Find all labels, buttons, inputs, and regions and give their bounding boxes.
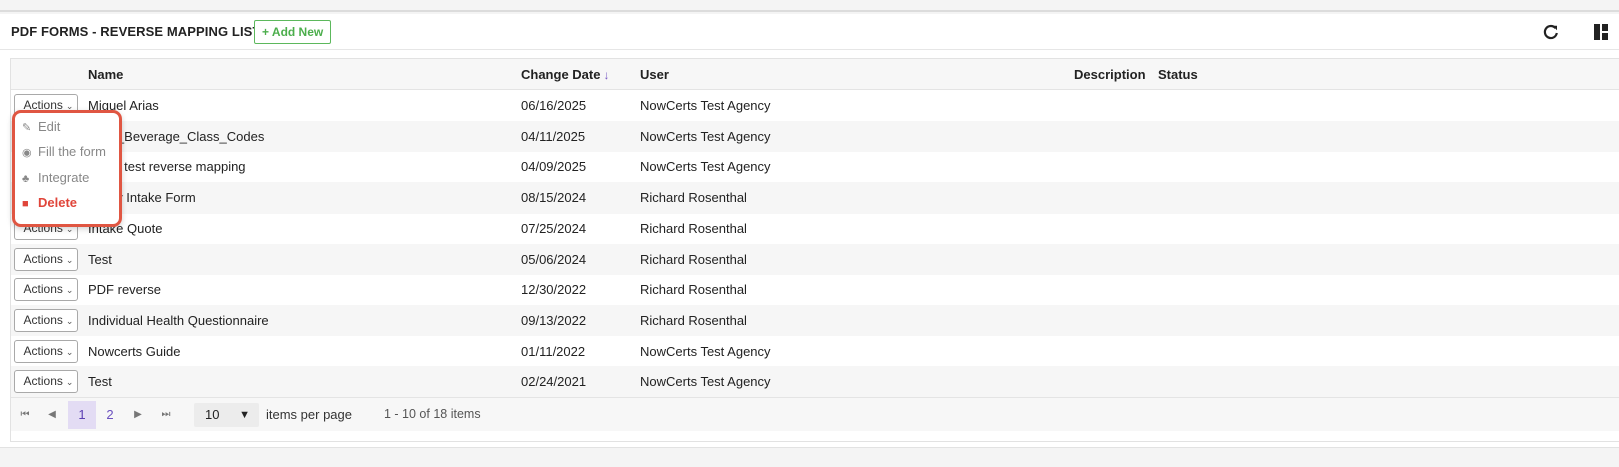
caret-down-icon: ▼ — [239, 409, 250, 421]
chevron-down-icon: ⌄ — [65, 285, 74, 296]
menu-item-fill-form[interactable]: ◉ Fill the form — [22, 141, 106, 163]
actions-button[interactable]: Actions⌄ — [14, 278, 78, 302]
cell-user: NowCerts Test Agency — [640, 374, 771, 390]
cell-user: Richard Rosenthal — [640, 190, 747, 206]
menu-item-delete-label: Delete — [38, 195, 78, 210]
items-per-page-select[interactable]: 10 ▼ — [194, 403, 259, 427]
column-layout-icon[interactable] — [1594, 24, 1608, 40]
actions-button-label: Actions — [23, 312, 63, 327]
cell-name: Test — [88, 251, 112, 267]
cell-user: Richard Rosenthal — [640, 312, 747, 328]
refresh-icon[interactable] — [1542, 23, 1560, 41]
page-button-1[interactable]: 1 — [68, 401, 96, 429]
menu-item-edit-label: Edit — [38, 119, 61, 134]
menu-item-integrate[interactable]: ♣ Integrate — [22, 167, 89, 189]
bottom-strip — [0, 448, 1619, 467]
chevron-down-icon: ⌄ — [65, 315, 74, 326]
table-row: Actions ⌄ Test 05/06/2024 Richard Rosenthal — [11, 243, 1619, 276]
actions-button[interactable]: Actions⌄ — [14, 370, 78, 394]
cell-change-date: 05/06/2024 — [521, 251, 587, 267]
prev-page-icon[interactable]: ◀ — [45, 398, 59, 432]
first-page-icon[interactable]: ⏮ — [18, 398, 32, 432]
actions-button[interactable]: Actions⌄ — [14, 247, 78, 271]
user-edit-icon: ✎ — [22, 122, 32, 134]
table-row: Actions⌄_and_Beverage_Class_Codes04/11/2… — [11, 120, 1619, 153]
cell-name: Test — [88, 374, 112, 390]
column-header-status[interactable]: Status — [1158, 67, 1198, 82]
table-row: Actions⌄d 101 test reverse mapping04/09/… — [11, 151, 1619, 183]
chevron-down-icon: ⌄ — [65, 346, 74, 357]
cell-user: NowCerts Test Agency — [640, 128, 771, 144]
actions-button[interactable]: Actions⌄ — [14, 308, 78, 332]
items-per-page-label: items per page — [266, 407, 352, 422]
cell-change-date: 09/13/2022 — [521, 312, 587, 328]
cell-user: Richard Rosenthal — [640, 251, 747, 267]
table-row: Actions ⌄ Individual Health Questionnaire 0… — [11, 304, 1619, 337]
cell-change-date: 04/11/2025 — [521, 128, 586, 144]
sort-descending-icon: ↓ — [603, 68, 610, 82]
last-page-icon[interactable]: ⏭ — [159, 398, 173, 432]
table-row: Actions ⌄ PDF reverse 12/30/2022 Richard Ros… — [11, 274, 1619, 306]
column-header-change-date-label: Change Date — [521, 67, 601, 82]
cell-change-date: 06/16/2025 — [521, 98, 587, 113]
table-row: Actions ⌄ Miguel Arias 06/16/2025 NowCerts T… — [11, 90, 1619, 122]
cell-change-date: 01/11/2022 — [521, 343, 586, 359]
chevron-down-icon: ⌄ — [65, 254, 74, 265]
actions-button-label: Actions — [23, 343, 63, 358]
grid-pager: ⏮ ◀ 1 2 ▶ ⏭ 10 ▼ items per page 1 - 10 o… — [11, 397, 1619, 431]
page-title: PDF FORMS - REVERSE MAPPING LIST — [11, 24, 261, 39]
cell-user: Richard Rosenthal — [640, 282, 747, 298]
trash-icon: ■ — [22, 198, 29, 210]
reverse-mapping-panel: PDF FORMS - REVERSE MAPPING LIST + Add N… — [0, 14, 1619, 448]
column-header-change-date[interactable]: Change Date ↓ — [521, 67, 609, 82]
add-new-button[interactable]: + Add New — [254, 20, 332, 44]
actions-button-label: Actions — [23, 251, 63, 266]
cell-user: NowCerts Test Agency — [640, 159, 771, 175]
table-row: Actions⌄gency Intake Form08/15/2024Richa… — [11, 182, 1619, 214]
chevron-down-icon: ⌄ — [65, 377, 74, 388]
menu-item-edit[interactable]: ✎ Edit — [22, 116, 60, 138]
cell-change-date: 07/25/2024 — [521, 220, 587, 236]
actions-button[interactable]: Actions⌄ — [14, 339, 78, 363]
cell-name: Nowcerts Guide — [88, 343, 181, 359]
cell-change-date: 04/09/2025 — [521, 159, 587, 175]
table-row: Actions ⌄ Intake Quote 07/25/2024 Richard Ro… — [11, 213, 1619, 245]
cell-name: Individual Health Questionnaire — [88, 312, 269, 328]
cell-user: Richard Rosenthal — [640, 220, 747, 236]
table-row: Actions ⌄ Test 02/24/2021 NowCerts Test Agen… — [11, 366, 1619, 398]
page-button-2[interactable]: 2 — [96, 398, 124, 432]
top-strip — [0, 0, 1619, 12]
cell-user: NowCerts Test Agency — [640, 343, 771, 359]
next-page-icon[interactable]: ▶ — [131, 398, 145, 432]
grid-header: Name Change Date ↓ User Description Statu… — [11, 59, 1619, 90]
menu-item-delete[interactable]: ■ Delete — [22, 192, 77, 214]
cell-change-date: 02/24/2021 — [521, 374, 587, 390]
menu-item-integrate-label: Integrate — [38, 170, 90, 185]
eye-icon: ◉ — [22, 147, 32, 159]
column-header-name[interactable]: Name — [88, 67, 123, 82]
panel-header: PDF FORMS - REVERSE MAPPING LIST + Add N… — [0, 14, 1619, 50]
pager-range-info: 1 - 10 of 18 items — [384, 407, 481, 421]
menu-item-fill-form-label: Fill the form — [38, 144, 106, 159]
items-per-page-value: 10 — [205, 407, 220, 422]
column-header-user[interactable]: User — [640, 67, 669, 82]
sitemap-icon: ♣ — [22, 173, 30, 185]
table-row: Actions ⌄ Nowcerts Guide 01/11/2022 NowCerts… — [11, 336, 1619, 368]
cell-change-date: 08/15/2024 — [521, 190, 587, 206]
actions-button-label: Actions — [23, 374, 63, 389]
cell-change-date: 12/30/2022 — [521, 282, 587, 298]
cell-user: NowCerts Test Agency — [640, 98, 771, 113]
cell-name: PDF reverse — [88, 282, 161, 298]
actions-dropdown-menu: ✎ Edit ◉ Fill the form ♣ Integrate ■ Delete — [12, 110, 122, 227]
actions-button-label: Actions — [23, 282, 63, 297]
reverse-mapping-grid: Name Change Date ↓ User Description Statu… — [10, 58, 1619, 442]
column-header-description[interactable]: Description — [1074, 67, 1146, 82]
